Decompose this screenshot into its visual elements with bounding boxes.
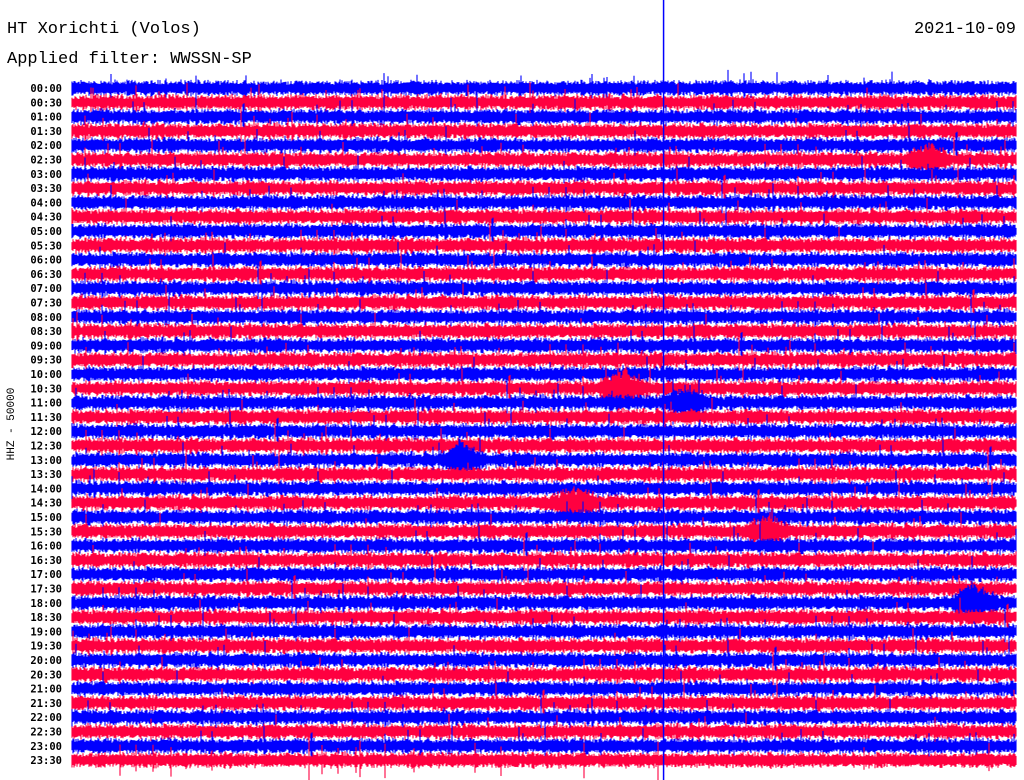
row-label: 11:30 <box>30 412 62 424</box>
row-label: 00:30 <box>30 97 62 109</box>
row-label: 01:00 <box>30 112 62 124</box>
row-label: 13:30 <box>30 469 62 481</box>
row-label: 06:30 <box>30 269 62 281</box>
row-label: 06:00 <box>30 255 62 267</box>
row-label: 23:00 <box>30 741 62 753</box>
row-label: 03:30 <box>30 183 62 195</box>
row-label: 08:30 <box>30 326 62 338</box>
row-label: 16:00 <box>30 541 62 553</box>
row-label: 19:30 <box>30 641 62 653</box>
row-label: 18:30 <box>30 612 62 624</box>
row-label: 04:30 <box>30 212 62 224</box>
row-label: 10:00 <box>30 369 62 381</box>
row-label: 04:00 <box>30 197 62 209</box>
row-label: 02:30 <box>30 155 62 167</box>
row-label: 05:00 <box>30 226 62 238</box>
row-label: 12:30 <box>30 441 62 453</box>
row-label: 12:00 <box>30 426 62 438</box>
row-label: 21:00 <box>30 684 62 696</box>
row-label: 13:00 <box>30 455 62 467</box>
row-label: 14:30 <box>30 498 62 510</box>
row-label: 11:00 <box>30 398 62 410</box>
row-label: 16:30 <box>30 555 62 567</box>
row-label: 22:00 <box>30 712 62 724</box>
row-label: 07:30 <box>30 298 62 310</box>
row-label: 10:30 <box>30 383 62 395</box>
row-label: 07:00 <box>30 283 62 295</box>
row-label: 17:00 <box>30 569 62 581</box>
row-label: 21:30 <box>30 698 62 710</box>
row-label: 20:00 <box>30 655 62 667</box>
row-label: 23:30 <box>30 755 62 767</box>
row-label: 03:00 <box>30 169 62 181</box>
row-labels: 00:00 00:30 01:00 01:30 02:00 02:30 03:00 03:30… <box>30 83 62 767</box>
traces <box>71 69 1017 780</box>
row-label: 08:00 <box>30 312 62 324</box>
row-label: 09:00 <box>30 340 62 352</box>
row-label: 18:00 <box>30 598 62 610</box>
row-label: 14:00 <box>30 483 62 495</box>
row-label: 02:00 <box>30 140 62 152</box>
row-label: 20:30 <box>30 669 62 681</box>
row-label: 15:30 <box>30 526 62 538</box>
row-label: 19:00 <box>30 626 62 638</box>
row-label: 09:30 <box>30 355 62 367</box>
row-label: 01:30 <box>30 126 62 138</box>
row-label: 05:30 <box>30 240 62 252</box>
row-label: 22:30 <box>30 727 62 739</box>
helicorder-plot: 00:00 00:30 01:00 01:30 02:00 02:30 03:00 03:30… <box>30 0 1017 780</box>
row-label: 15:00 <box>30 512 62 524</box>
row-label: 00:00 <box>30 83 62 95</box>
row-label: 17:30 <box>30 584 62 596</box>
